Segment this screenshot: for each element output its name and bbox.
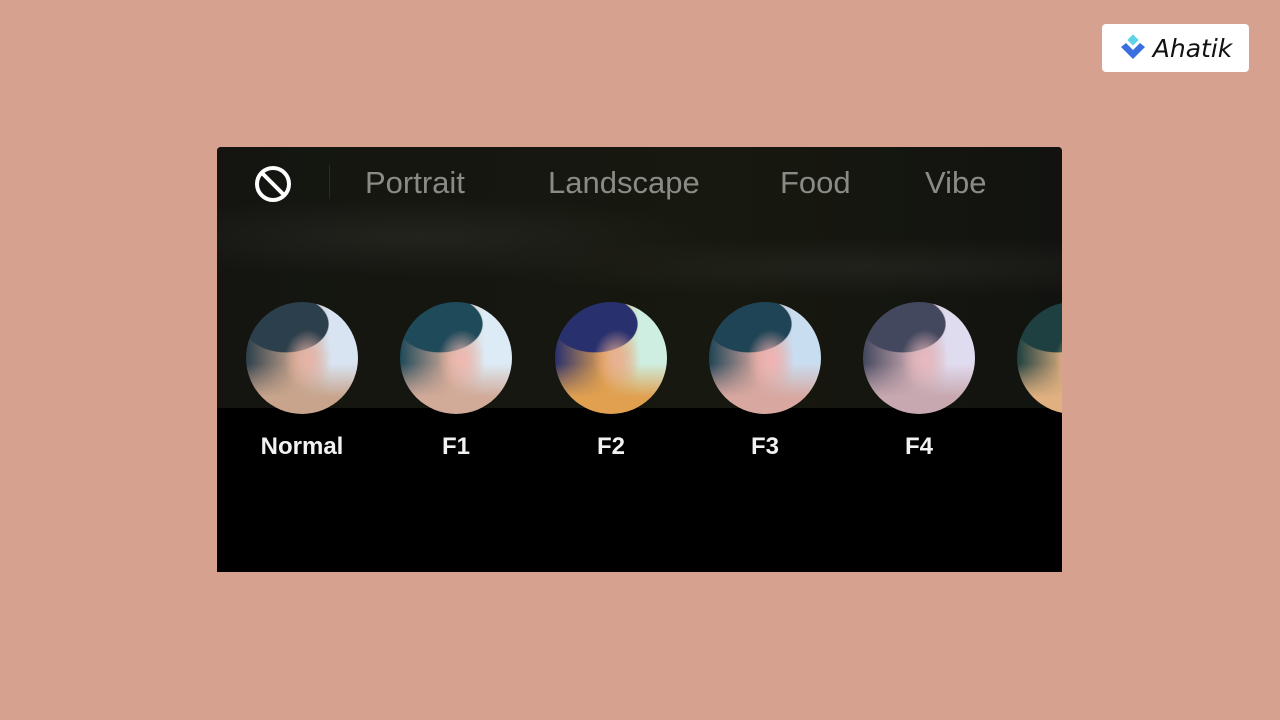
filter-category-tabs: Portrait Landscape Food Vibe bbox=[217, 161, 1062, 205]
tab-vibe[interactable]: Vibe bbox=[925, 165, 987, 201]
filter-thumbnail[interactable] bbox=[709, 302, 821, 414]
prohibited-icon[interactable] bbox=[253, 164, 293, 204]
filter-label: F4 bbox=[904, 433, 933, 460]
filter-thumbnail[interactable] bbox=[863, 302, 975, 414]
filter-label: Normal bbox=[260, 433, 344, 460]
divider bbox=[329, 165, 330, 199]
filter-label: F3 bbox=[750, 433, 779, 460]
filter-panel: Portrait Landscape Food Vibe Normal F1 F2 F… bbox=[217, 147, 1062, 572]
filter-thumbnail[interactable] bbox=[246, 302, 358, 414]
tab-portrait[interactable]: Portrait bbox=[365, 165, 465, 201]
brand-logo: Ahatik bbox=[1102, 24, 1249, 72]
filter-label: F1 bbox=[441, 433, 470, 460]
logo-text: Ahatik bbox=[1152, 33, 1233, 63]
filter-label: F2 bbox=[596, 433, 625, 460]
filter-thumbnail[interactable] bbox=[555, 302, 667, 414]
tab-food[interactable]: Food bbox=[780, 165, 851, 201]
filter-thumbnail[interactable] bbox=[400, 302, 512, 414]
tab-landscape[interactable]: Landscape bbox=[548, 165, 700, 201]
ahatik-logo-icon bbox=[1120, 34, 1145, 59]
